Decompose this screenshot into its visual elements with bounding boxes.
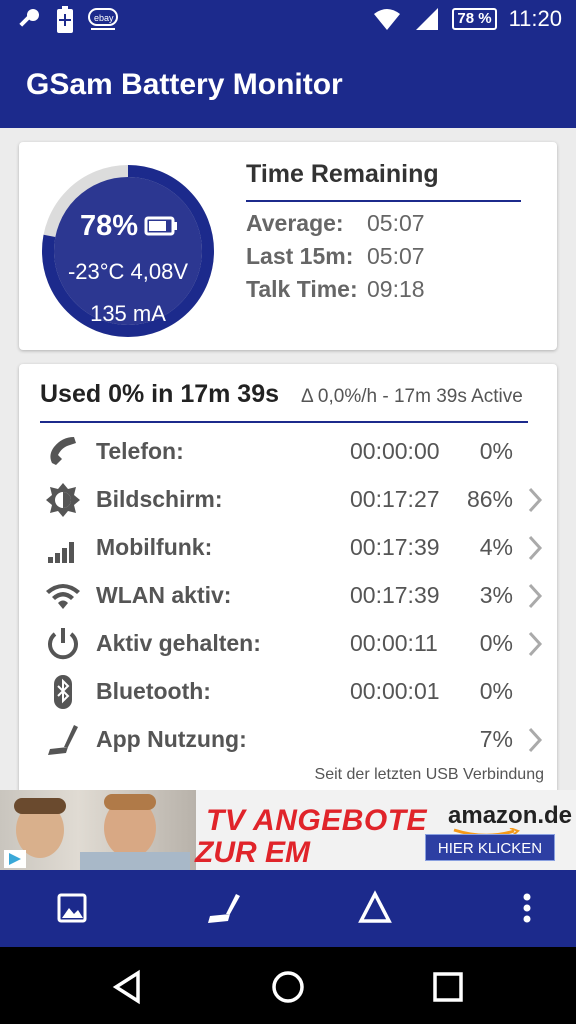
time-remaining-title: Time Remaining — [246, 160, 439, 188]
status-bar: ebay 78 % 11:20 — [0, 0, 576, 42]
clock: 11:20 — [508, 6, 562, 31]
row-percent: 86% — [466, 486, 513, 512]
time-remaining-talk: Talk Time: 09:18 — [246, 276, 425, 303]
row-value: 05:07 — [367, 243, 425, 269]
usage-row-wlan[interactable]: WLAN aktiv: 00:17:39 3% — [19, 572, 557, 620]
ad-banner[interactable]: TV ANGEBOTE ZUR EM amazon.de HIER KLICKE… — [0, 790, 576, 870]
chevron-right-icon[interactable] — [527, 630, 543, 658]
signal-icon — [416, 8, 439, 30]
row-percent: 3% — [479, 582, 513, 608]
key-icon — [19, 9, 39, 27]
bluetooth-icon — [54, 675, 72, 709]
title-divider — [246, 200, 521, 202]
ad-brand: amazon.de — [448, 802, 573, 829]
system-nav-bar — [0, 947, 576, 1024]
app-usage-icon[interactable] — [204, 888, 244, 928]
row-name: Telefon: — [96, 438, 184, 464]
row-name: Aktiv gehalten: — [96, 630, 261, 656]
app-bar: GSam Battery Monitor — [0, 42, 576, 128]
usage-row-telefon[interactable]: Telefon: 00:00:00 0% — [19, 428, 557, 476]
usage-row-bluetooth[interactable]: Bluetooth: 00:00:01 0% — [19, 668, 557, 716]
row-name: Bildschirm: — [96, 486, 223, 512]
ad-photo — [0, 790, 196, 870]
row-time: 00:17:39 — [350, 534, 440, 560]
time-remaining-average: Average: 05:07 — [246, 210, 425, 237]
row-time: 00:00:00 — [350, 438, 440, 464]
battery-percent: 78% — [79, 210, 139, 242]
current-draw: 135 mA — [90, 301, 166, 326]
power-icon — [48, 628, 78, 660]
back-icon[interactable] — [108, 967, 148, 1007]
battery-gauge[interactable]: 78% -23°C 4,08V 135 mA — [39, 162, 217, 340]
usage-divider — [40, 421, 528, 423]
row-time: 00:17:27 — [350, 486, 440, 512]
ebay-icon: ebay — [88, 8, 118, 30]
cell-signal-icon — [48, 542, 74, 563]
row-name: WLAN aktiv: — [96, 582, 232, 608]
system-indicators: 78 % 11:20 — [372, 6, 562, 32]
battery-plus-icon — [57, 6, 73, 33]
wifi-icon — [46, 584, 80, 609]
notification-icons: ebay — [16, 6, 118, 34]
row-name: App Nutzung: — [96, 726, 247, 752]
usage-row-app-nutzung[interactable]: App Nutzung: 7% — [19, 716, 557, 764]
ad-cta-button[interactable]: HIER KLICKEN — [425, 834, 555, 861]
chevron-right-icon[interactable] — [527, 534, 543, 562]
chevron-right-icon[interactable] — [527, 726, 543, 754]
bottom-toolbar — [0, 870, 576, 947]
row-time: 00:00:11 — [350, 630, 438, 656]
row-percent: 0% — [479, 678, 513, 704]
ad-people-image — [14, 794, 190, 870]
image-icon[interactable] — [52, 888, 92, 928]
row-label: Average: — [246, 210, 344, 236]
row-percent: 7% — [479, 726, 513, 752]
row-time: 00:00:01 — [350, 678, 440, 704]
row-time: 00:17:39 — [350, 582, 440, 608]
row-percent: 4% — [479, 534, 513, 560]
usage-row-bildschirm[interactable]: Bildschirm: 00:17:27 86% — [19, 476, 557, 524]
app-title: GSam Battery Monitor — [26, 68, 343, 101]
delta-icon[interactable] — [355, 888, 395, 928]
row-label: Talk Time: — [246, 276, 358, 302]
usage-row-mobilfunk[interactable]: Mobilfunk: 00:17:39 4% — [19, 524, 557, 572]
ad-headline-1: TV ANGEBOTE — [206, 804, 428, 837]
chevron-right-icon[interactable] — [527, 582, 543, 610]
wifi-icon — [374, 9, 401, 30]
battery-summary-card[interactable]: 78% -23°C 4,08V 135 mA Time Remaining Av… — [19, 142, 557, 350]
ad-headline-2: ZUR EM — [195, 836, 310, 869]
row-name: Bluetooth: — [96, 678, 211, 704]
usage-subtitle: Δ 0,0%/h - 17m 39s Active — [301, 386, 523, 407]
recents-icon[interactable] — [428, 967, 468, 1007]
row-value: 09:18 — [367, 276, 425, 302]
usage-card: Used 0% in 17m 39s Δ 0,0%/h - 17m 39s Ac… — [19, 364, 557, 794]
usage-footnote: Seit der letzten USB Verbindung — [314, 766, 544, 783]
home-icon[interactable] — [268, 967, 308, 1007]
phone-icon — [50, 437, 76, 465]
row-percent: 0% — [479, 630, 513, 656]
battery-percent-badge: 78 % — [452, 8, 497, 30]
overflow-menu-icon[interactable] — [507, 888, 547, 928]
chevron-right-icon[interactable] — [527, 486, 543, 514]
row-percent: 0% — [479, 438, 513, 464]
svg-text:ebay: ebay — [94, 13, 114, 23]
brightness-icon — [46, 483, 80, 517]
app-usage-icon — [48, 725, 78, 755]
row-name: Mobilfunk: — [96, 534, 213, 560]
row-label: Last 15m: — [246, 243, 354, 269]
ad-choices-icon[interactable] — [4, 850, 26, 868]
usage-title[interactable]: Used 0% in 17m 39s — [40, 380, 279, 409]
row-value: 05:07 — [367, 210, 425, 236]
time-remaining-last15m: Last 15m: 05:07 — [246, 243, 425, 270]
usage-row-aktiv-gehalten[interactable]: Aktiv gehalten: 00:00:11 0% — [19, 620, 557, 668]
temperature-voltage: -23°C 4,08V — [67, 259, 189, 284]
